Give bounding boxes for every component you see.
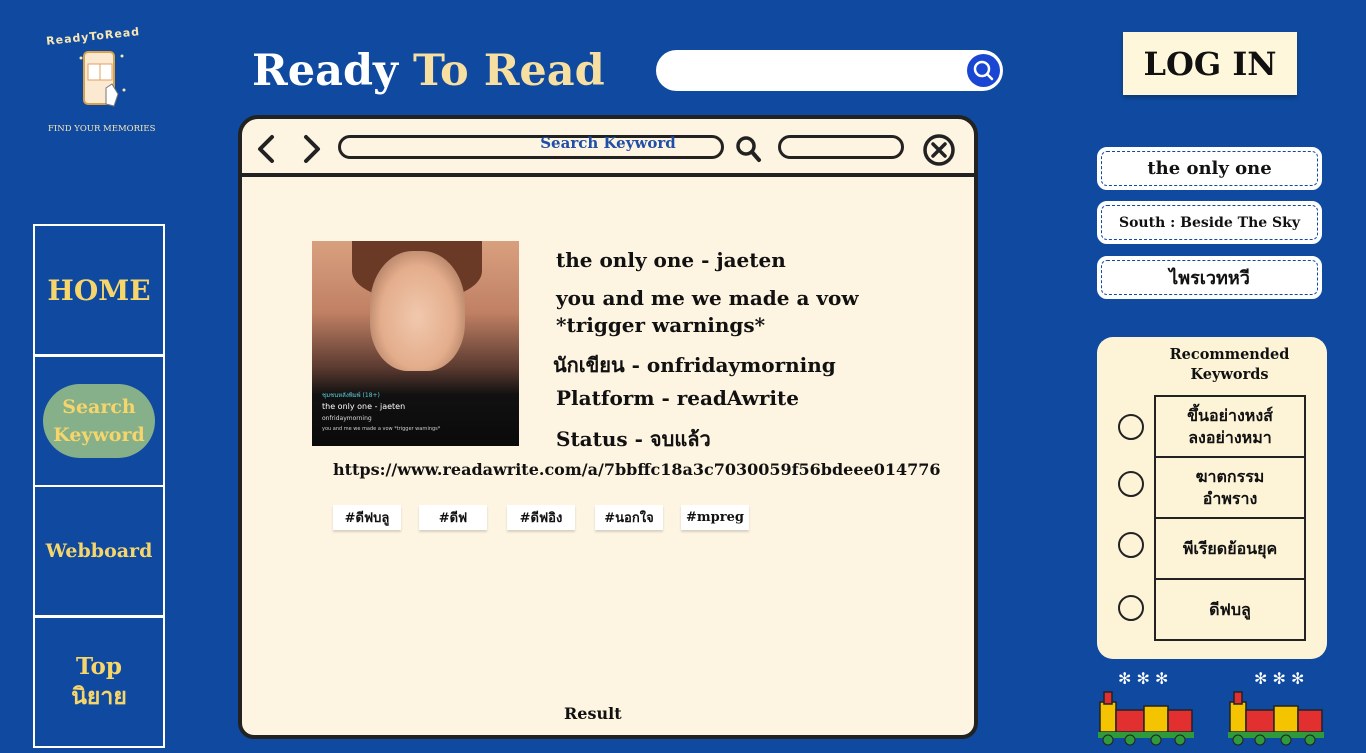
- top-search-bar: [656, 50, 1003, 93]
- result-url-link[interactable]: https://www.readawrite.com/a/7bbffc18a3c…: [333, 460, 941, 479]
- result-status: Status - จบแล้ว: [556, 427, 711, 451]
- secondary-bar[interactable]: [778, 135, 904, 159]
- tag-chip[interactable]: #ดีฟอิง: [507, 505, 575, 530]
- nav-top-line2: นิยาย: [71, 683, 127, 710]
- recommended-title-line2: Keywords: [1190, 366, 1269, 383]
- logo-tagline: FIND YOUR MEMORIES: [48, 124, 156, 134]
- recommended-item-line1: ฆาตกรรม: [1195, 466, 1265, 486]
- recommended-radio[interactable]: [1118, 532, 1144, 558]
- cover-tag: ชุมชนหลังพิมพ์ (18+): [322, 392, 380, 399]
- recommended-radio[interactable]: [1118, 595, 1144, 621]
- search-icon: [973, 60, 994, 81]
- svg-text:✻ ✻ ✻: ✻ ✻ ✻: [1118, 669, 1168, 688]
- result-title[interactable]: the only one - jaeten: [556, 248, 786, 272]
- tag-chip[interactable]: #mpreg: [681, 505, 749, 530]
- keyword-pill[interactable]: South : Beside The Sky: [1097, 201, 1322, 244]
- magnifier-icon[interactable]: [734, 133, 764, 165]
- svg-text:✻ ✻ ✻: ✻ ✻ ✻: [1254, 669, 1304, 688]
- tag-chip[interactable]: #นอกใจ: [595, 505, 663, 530]
- recommended-item-line2: อำพราง: [1202, 488, 1258, 508]
- nav-search-keyword-label: Search Keyword: [43, 384, 155, 458]
- recommended-item-line1: ดีฟบลู: [1209, 599, 1251, 619]
- recommended-title-line1: Recommended: [1169, 346, 1290, 363]
- novel-cover-image[interactable]: ชุมชนหลังพิมพ์ (18+) the only one - jaet…: [312, 241, 519, 446]
- close-icon[interactable]: [922, 133, 956, 167]
- recommended-radio[interactable]: [1118, 414, 1144, 440]
- result-author: นักเขียน - onfridaymorning: [553, 353, 836, 377]
- cover-author: onfridaymorning: [322, 415, 372, 422]
- recommended-item-line1: พีเรียดย้อนยุค: [1182, 538, 1278, 558]
- keyword-pill[interactable]: the only one: [1097, 147, 1322, 190]
- top-search-button[interactable]: [967, 54, 1000, 87]
- result-desc-line1: you and me we made a vow: [556, 286, 859, 310]
- recommended-item[interactable]: พีเรียดย้อนยุค: [1156, 519, 1304, 580]
- tag-chip[interactable]: #ดีฟบลู: [333, 505, 401, 530]
- browser-toolbar: Search Keyword: [242, 119, 974, 177]
- nav-webboard[interactable]: Webboard: [33, 485, 165, 617]
- book-phone-logo-icon: [79, 51, 126, 107]
- result-platform: Platform - readAwrite: [556, 386, 799, 410]
- site-title: Ready To Read: [252, 46, 605, 96]
- tag-chip[interactable]: #ดีฟ: [419, 505, 487, 530]
- site-logo[interactable]: ReadyToRead FIND YOUR MEMORIES: [40, 25, 165, 140]
- nav-top-novels[interactable]: Top นิยาย: [33, 616, 165, 748]
- recommended-radio[interactable]: [1118, 471, 1144, 497]
- recommended-item[interactable]: ดีฟบลู: [1156, 580, 1304, 639]
- recommended-item[interactable]: ฆาตกรรม อำพราง: [1156, 458, 1304, 519]
- recommended-item-line2: ลงอย่างหมา: [1188, 427, 1272, 447]
- login-button[interactable]: LOG IN: [1123, 32, 1297, 95]
- recommended-title: Recommended Keywords: [1157, 345, 1302, 385]
- nav-search-keyword[interactable]: Search Keyword: [33, 355, 165, 487]
- cover-desc: you and me we made a vow *trigger warnin…: [322, 426, 441, 432]
- result-label: Result: [564, 704, 622, 723]
- recommended-item-line1: ขึ้นอย่างหงส์: [1187, 405, 1273, 425]
- nav-top-line1: Top: [76, 653, 122, 680]
- logo-wordmark: ReadyToRead: [45, 25, 141, 48]
- recommended-keywords-panel: Recommended Keywords ขึ้นอย่างหงส์ ลงอย่าง…: [1097, 337, 1327, 659]
- recommended-list: ขึ้นอย่างหงส์ ลงอย่างหมา ฆาตกรรม อำพราง พี…: [1154, 395, 1306, 641]
- top-search-input[interactable]: [672, 50, 966, 93]
- nav-home[interactable]: HOME: [33, 224, 165, 356]
- toy-train-icon: ✻ ✻ ✻: [1098, 669, 1194, 746]
- keyword-pill[interactable]: ไพรเวทหวี: [1097, 256, 1322, 299]
- cover-title: the only one - jaeten: [322, 402, 406, 411]
- title-part1: Ready: [252, 46, 413, 96]
- title-part2: To Read: [412, 46, 605, 96]
- result-desc-line2: *trigger warnings*: [556, 313, 766, 337]
- toy-train-icon: ✻ ✻ ✻: [1228, 669, 1324, 746]
- result-description: you and me we made a vow *trigger warning…: [556, 285, 859, 339]
- recommended-item[interactable]: ขึ้นอย่างหงส์ ลงอย่างหมา: [1156, 397, 1304, 458]
